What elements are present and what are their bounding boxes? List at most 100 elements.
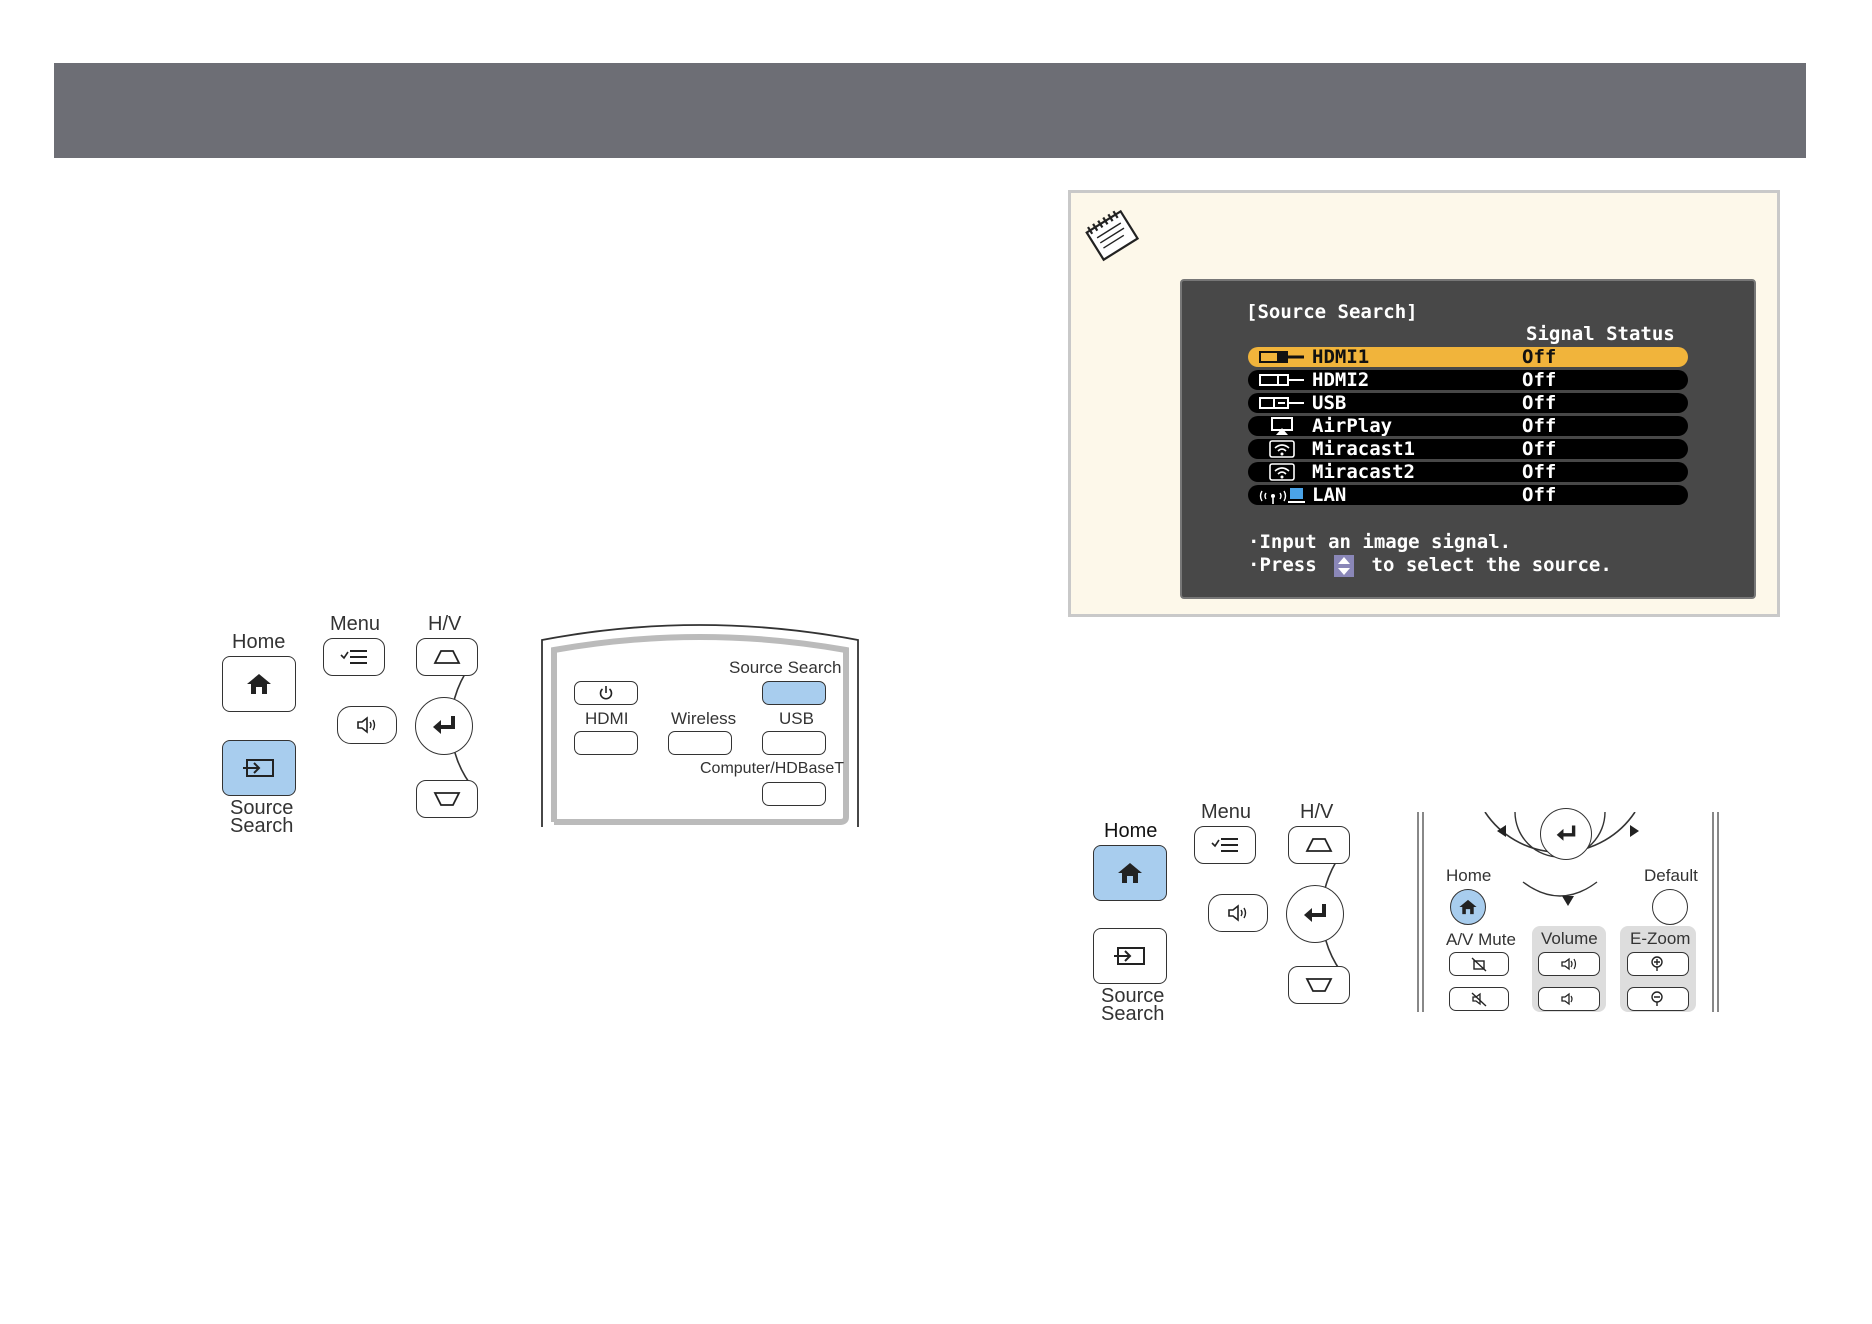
enter-icon xyxy=(1556,825,1576,841)
home-label: Home xyxy=(232,631,286,653)
av-mute-label: A/V Mute xyxy=(1446,930,1516,949)
keystone-down-button[interactable] xyxy=(1288,966,1350,1004)
enter-button[interactable] xyxy=(1286,885,1344,943)
default-label: Default xyxy=(1644,866,1698,885)
computer-hdbaset-label: Computer/HDBaseT xyxy=(700,760,845,777)
ezoom-label: E-Zoom xyxy=(1630,929,1691,948)
airplay-icon xyxy=(1258,416,1306,436)
source-row-hdmi1[interactable]: HDMI1 Off xyxy=(1248,346,1688,368)
header-bar xyxy=(54,63,1806,158)
source-status: Off xyxy=(1522,438,1557,460)
source-name: HDMI1 xyxy=(1312,346,1370,368)
menu-label: Menu xyxy=(330,613,381,635)
source-search-screen: [Source Search] Signal Status HDMI1 Off … xyxy=(1180,279,1756,599)
usb-cable-icon xyxy=(1258,393,1306,413)
keystone-up-icon xyxy=(433,650,461,664)
source-row-hdmi2[interactable]: HDMI2 Off xyxy=(1248,369,1688,391)
osd-title: [Source Search] xyxy=(1246,301,1418,323)
volume-down-icon xyxy=(1561,992,1573,1006)
usb-button[interactable] xyxy=(762,731,826,755)
zoom-out-button[interactable] xyxy=(1627,987,1689,1011)
home-icon xyxy=(1118,863,1142,883)
zoom-in-icon xyxy=(1651,956,1663,971)
osd-hint-input-signal: ·Input an image signal. xyxy=(1248,531,1512,553)
power-button[interactable] xyxy=(574,681,638,705)
volume-button[interactable] xyxy=(337,706,397,744)
volume-down-button[interactable] xyxy=(1538,987,1600,1011)
hv-label: H/V xyxy=(428,613,462,635)
source-search-icon xyxy=(1114,947,1145,965)
source-row-usb[interactable]: USB Off xyxy=(1248,392,1688,414)
arrow-left-icon[interactable] xyxy=(1494,823,1510,839)
wifi-display-icon xyxy=(1258,439,1306,459)
enter-icon xyxy=(1304,904,1326,922)
audio-mute-button[interactable] xyxy=(1449,987,1509,1011)
menu-label: Menu xyxy=(1201,801,1252,823)
arrow-down-icon[interactable] xyxy=(1560,894,1576,908)
home-button[interactable] xyxy=(1093,845,1167,901)
volume-icon xyxy=(357,716,376,734)
source-name: HDMI2 xyxy=(1312,369,1370,391)
enter-button[interactable] xyxy=(1540,808,1592,860)
source-status: Off xyxy=(1522,392,1557,414)
keystone-down-button[interactable] xyxy=(416,780,478,818)
hdmi-cable-icon xyxy=(1258,370,1306,390)
enter-icon xyxy=(433,716,455,734)
source-search-label: Source Search xyxy=(230,797,294,837)
wireless-label: Wireless xyxy=(671,709,737,728)
home-button[interactable] xyxy=(222,656,296,712)
source-name: LAN xyxy=(1312,484,1347,506)
keystone-up-icon xyxy=(1305,838,1333,852)
signal-status-header: Signal Status xyxy=(1526,323,1675,345)
hv-label: H/V xyxy=(1300,801,1334,823)
source-status: Off xyxy=(1522,346,1557,368)
hdmi-button[interactable] xyxy=(574,731,638,755)
source-status: Off xyxy=(1522,415,1557,437)
home-label: Home xyxy=(1446,866,1492,885)
home-icon xyxy=(247,674,271,694)
source-row-miracast1[interactable]: Miracast1 Off xyxy=(1248,438,1688,460)
source-status: Off xyxy=(1522,484,1557,506)
enter-button[interactable] xyxy=(415,697,473,755)
home-label: Home xyxy=(1104,820,1158,842)
source-name: AirPlay xyxy=(1312,415,1393,437)
av-mute-button[interactable] xyxy=(1449,952,1509,976)
keystone-down-icon xyxy=(433,792,461,806)
source-row-miracast2[interactable]: Miracast2 Off xyxy=(1248,461,1688,483)
volume-icon xyxy=(1228,904,1247,922)
volume-button[interactable] xyxy=(1208,894,1268,932)
source-name: Miracast1 xyxy=(1312,438,1415,460)
source-name: USB xyxy=(1312,392,1347,414)
default-button[interactable] xyxy=(1652,889,1688,925)
source-search-label: Source Search xyxy=(1101,985,1165,1025)
usb-label: USB xyxy=(779,709,814,728)
computer-hdbaset-button[interactable] xyxy=(762,782,826,806)
volume-up-icon xyxy=(1561,957,1577,971)
zoom-in-button[interactable] xyxy=(1627,952,1689,976)
source-row-lan[interactable]: LAN Off xyxy=(1248,484,1688,506)
source-row-airplay[interactable]: AirPlay Off xyxy=(1248,415,1688,437)
source-search-button[interactable] xyxy=(1093,928,1167,984)
source-search-panel-label: Source Search xyxy=(729,658,842,677)
source-search-icon xyxy=(243,759,274,777)
wifi-display-icon xyxy=(1258,462,1306,482)
hdmi-cable-icon xyxy=(1258,347,1306,367)
volume-up-button[interactable] xyxy=(1538,952,1600,976)
arrow-right-icon[interactable] xyxy=(1626,823,1642,839)
zoom-out-icon xyxy=(1651,991,1663,1006)
source-search-panel-button[interactable] xyxy=(762,681,826,705)
keystone-up-button[interactable] xyxy=(1288,826,1350,864)
wireless-button[interactable] xyxy=(668,731,732,755)
up-down-arrow-icon xyxy=(1334,554,1355,577)
lan-icon xyxy=(1258,485,1306,505)
source-name: Miracast2 xyxy=(1312,461,1415,483)
note-icon xyxy=(1085,209,1140,262)
home-button[interactable] xyxy=(1450,889,1486,925)
keystone-up-button[interactable] xyxy=(416,638,478,676)
source-search-button[interactable] xyxy=(222,740,296,796)
audio-mute-icon xyxy=(1471,992,1487,1007)
hdmi-label: HDMI xyxy=(585,709,629,728)
source-status: Off xyxy=(1522,369,1557,391)
video-mute-icon xyxy=(1471,957,1487,972)
volume-label: Volume xyxy=(1541,929,1598,948)
